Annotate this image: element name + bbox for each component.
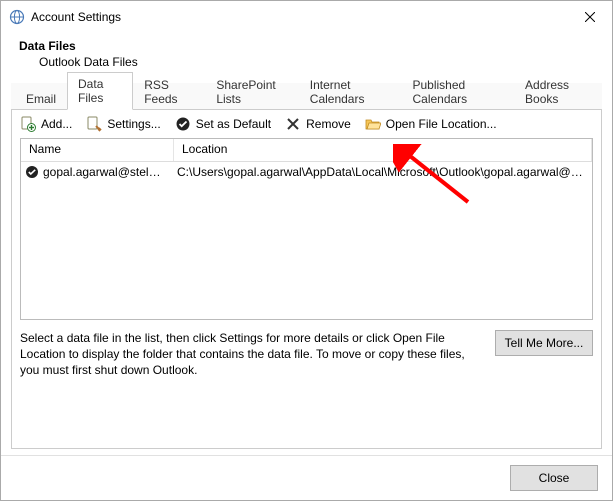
tab-sharepoint-lists[interactable]: SharePoint Lists — [205, 73, 298, 110]
settings-file-icon — [86, 116, 102, 132]
list-header: Name Location — [21, 139, 592, 162]
add-label: Add... — [41, 117, 72, 131]
settings-button[interactable]: Settings... — [86, 116, 160, 132]
tab-panel-data-files: Add... Settings... — [11, 110, 602, 449]
close-button[interactable]: Close — [510, 465, 598, 491]
remove-label: Remove — [306, 117, 351, 131]
add-file-icon — [20, 116, 36, 132]
help-row: Select a data file in the list, then cli… — [12, 320, 601, 383]
column-location[interactable]: Location — [174, 139, 592, 161]
check-circle-icon — [175, 116, 191, 132]
add-button[interactable]: Add... — [20, 116, 72, 132]
set-default-label: Set as Default — [196, 117, 271, 131]
tab-email[interactable]: Email — [15, 87, 67, 110]
account-settings-dialog: Account Settings Data Files Outlook Data… — [0, 0, 613, 501]
remove-button[interactable]: Remove — [285, 116, 351, 132]
tabstrip: Email Data Files RSS Feeds SharePoint Li… — [11, 83, 602, 110]
dialog-footer: Close — [1, 455, 612, 500]
column-name[interactable]: Name — [21, 139, 174, 161]
row-location: C:\Users\gopal.agarwal\AppData\Local\Mic… — [169, 165, 592, 179]
settings-label: Settings... — [107, 117, 160, 131]
row-name: gopal.agarwal@stell... — [43, 165, 161, 179]
window-title: Account Settings — [31, 10, 570, 24]
tab-rss-feeds[interactable]: RSS Feeds — [133, 73, 205, 110]
data-files-list[interactable]: Name Location gopal.agarwal@stel — [20, 138, 593, 320]
toolbar: Add... Settings... — [12, 110, 601, 138]
app-icon — [9, 9, 25, 25]
open-file-location-label: Open File Location... — [386, 117, 497, 131]
open-file-location-button[interactable]: Open File Location... — [365, 116, 497, 132]
folder-open-icon — [365, 116, 381, 132]
tab-internet-calendars[interactable]: Internet Calendars — [299, 73, 402, 110]
tab-data-files[interactable]: Data Files — [67, 72, 133, 110]
titlebar: Account Settings — [1, 1, 612, 33]
header-subtitle: Outlook Data Files — [19, 55, 594, 69]
content-area: Email Data Files RSS Feeds SharePoint Li… — [11, 83, 602, 449]
default-check-icon — [25, 165, 39, 179]
table-row[interactable]: gopal.agarwal@stell... C:\Users\gopal.ag… — [21, 162, 592, 182]
tell-me-more-button[interactable]: Tell Me More... — [495, 330, 593, 356]
close-window-button[interactable] — [570, 2, 610, 32]
remove-x-icon — [285, 116, 301, 132]
tab-published-calendars[interactable]: Published Calendars — [401, 73, 514, 110]
set-default-button[interactable]: Set as Default — [175, 116, 271, 132]
header-title: Data Files — [19, 39, 594, 53]
help-text: Select a data file in the list, then cli… — [20, 330, 485, 379]
list-body: gopal.agarwal@stell... C:\Users\gopal.ag… — [21, 162, 592, 319]
tab-address-books[interactable]: Address Books — [514, 73, 602, 110]
